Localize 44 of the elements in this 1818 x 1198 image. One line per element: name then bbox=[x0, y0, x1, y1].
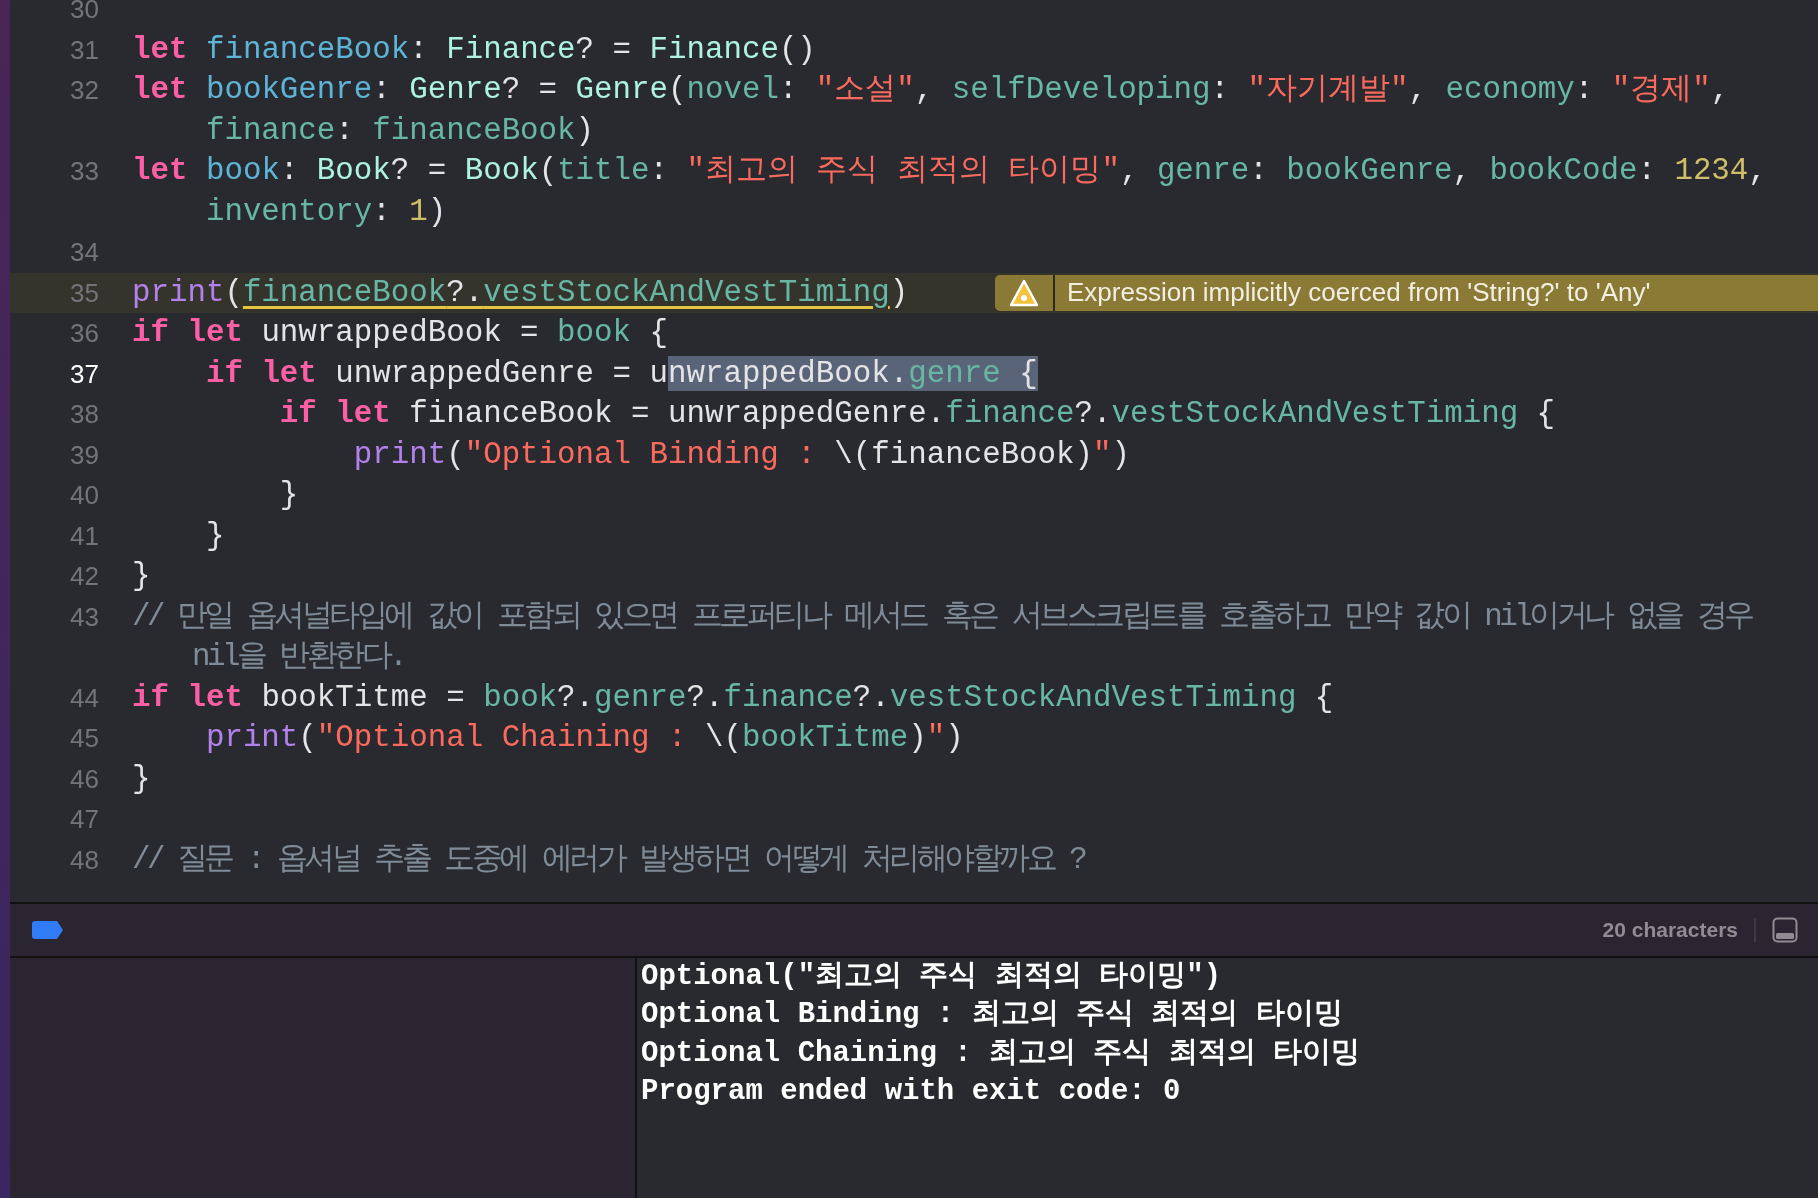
console-output-line: Optional Chaining : 최고의 주식 최적의 타이밍 bbox=[641, 1035, 1362, 1072]
console-output-line: Optional("최고의 주식 최적의 타이밍") bbox=[641, 959, 1223, 995]
line-number: 41 bbox=[69, 519, 99, 553]
line-number: 30 bbox=[69, 0, 99, 26]
line-number: 43 bbox=[69, 600, 99, 634]
code-line: print(financeBook?.vestStockAndVestTiming) bbox=[132, 273, 909, 312]
line-number: 32 bbox=[69, 74, 99, 107]
code-line: } bbox=[204, 516, 225, 555]
warning-message: Expression implicitly coerced from 'String?' to 'Any' bbox=[1066, 276, 1651, 309]
code-line: if let financeBook = unwrappedGenre.finance?.vestStockAndVestTiming { bbox=[278, 395, 1556, 433]
line-number: 38 bbox=[69, 398, 99, 431]
line-number: 37 bbox=[69, 357, 99, 391]
line-number: 31 bbox=[69, 33, 99, 67]
code-line: } bbox=[132, 557, 151, 595]
line-number: 34 bbox=[69, 236, 99, 269]
panel-toggle-icon[interactable] bbox=[1772, 917, 1798, 943]
code-line: let financeBook: Finance? = Finance() bbox=[132, 30, 816, 69]
line-number: 42 bbox=[69, 560, 99, 593]
code-line: } bbox=[132, 759, 151, 798]
line-number: 40 bbox=[69, 479, 99, 512]
code-line: if let bookTitme = book?.genre?.finance?.vestStockAndVestTiming { bbox=[132, 678, 1334, 717]
code-line: } bbox=[278, 476, 299, 514]
line-number: 48 bbox=[69, 843, 99, 877]
line-number: 46 bbox=[69, 762, 99, 796]
line-number: 45 bbox=[69, 722, 99, 755]
selection-count: 20 characters bbox=[1602, 918, 1738, 942]
console-output-line: Program ended with exit code: 0 bbox=[641, 1073, 1182, 1110]
code-line: // 만일 옵셔널타입에 값이 포함되 있으면 프로퍼티나 메서드 혹은 서브스크립트를 호출하고 만약 값이 nil이거나 없을 경우 nil을 반환한다. bbox=[132, 597, 1752, 676]
code-line: print("Optional Binding : \(financeBook)") bbox=[352, 435, 1130, 474]
line-number: 36 bbox=[69, 317, 99, 350]
code-line: print("Optional Chaining : \(bookTitme)") bbox=[204, 719, 964, 757]
code-line: // 질문 : 옵셔널 추출 도중에 에러가 발생하면 어떻게 처리해야할까요 ? bbox=[132, 840, 1085, 879]
line-number: 35 bbox=[69, 276, 99, 310]
line-number: 44 bbox=[69, 681, 99, 715]
code-line: let book: Book? = Book(title: "최고의 주식 최적의 타이밍", genre: bookGenre, bookCode: 1234, inventory: 1) bbox=[132, 152, 1767, 231]
code-line: if let unwrappedBook = book { bbox=[132, 314, 668, 352]
warning-icon bbox=[1009, 278, 1039, 307]
line-number: 33 bbox=[69, 155, 99, 188]
code-line: if let unwrappedGenre = unwrappedBook.genre { bbox=[204, 354, 1038, 393]
code-line: let bookGenre: Genre? = Genre(novel: "소설", selfDeveloping: "자기계발", economy: "경제", finance: financeBook) bbox=[132, 71, 1730, 150]
breakpoint-icon[interactable] bbox=[32, 921, 64, 939]
line-number: 39 bbox=[69, 438, 99, 472]
console-output-line: Optional Binding : 최고의 주식 최적의 타이밍 bbox=[641, 997, 1344, 1034]
line-number: 47 bbox=[69, 803, 99, 836]
